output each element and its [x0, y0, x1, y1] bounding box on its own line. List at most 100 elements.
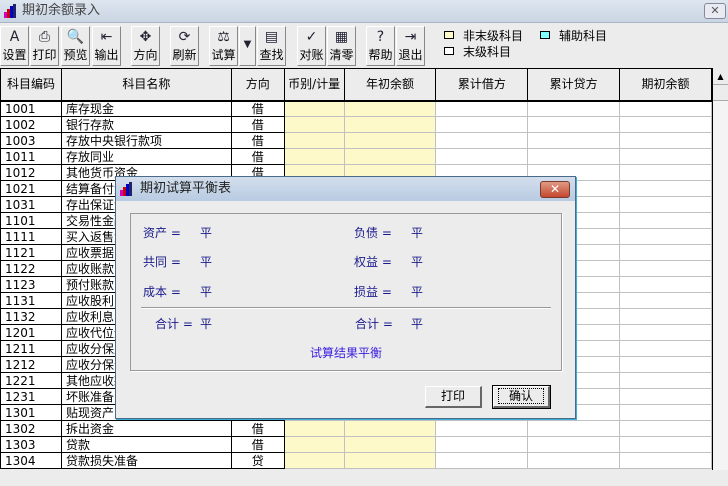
cell-currency[interactable] — [283, 420, 345, 437]
table-row[interactable]: 1003 存放中央银行款项借 — [0, 132, 712, 149]
cell-year-begin[interactable] — [343, 436, 437, 453]
column-header[interactable]: 币别/计量 — [283, 68, 345, 102]
cell-direction[interactable]: 借 — [230, 436, 285, 453]
cell-cum-debit[interactable] — [435, 452, 529, 469]
cell-opening[interactable] — [619, 196, 712, 213]
clear-button[interactable]: ▦ 清零 — [327, 26, 356, 66]
settings-button[interactable]: A 设置 — [0, 26, 29, 66]
column-header[interactable]: 年初余额 — [343, 68, 437, 102]
cell-opening[interactable] — [619, 388, 712, 405]
print-button[interactable]: 打印 — [425, 386, 482, 408]
column-header[interactable]: 累计借方 — [435, 68, 529, 102]
cell-opening[interactable] — [619, 132, 712, 149]
cell-currency[interactable] — [283, 100, 345, 117]
cell-code[interactable]: 1121 — [0, 244, 62, 261]
cell-code[interactable]: 1021 — [0, 180, 62, 197]
cell-name[interactable]: 贷款 — [60, 436, 232, 453]
cell-opening[interactable] — [619, 148, 712, 165]
column-header[interactable]: 期初余额 — [619, 68, 712, 102]
cell-code[interactable]: 1031 — [0, 196, 62, 213]
cell-opening[interactable] — [619, 308, 712, 325]
refresh-button[interactable]: ⟳ 刷新 — [170, 26, 199, 66]
cell-cum-credit[interactable] — [527, 452, 621, 469]
cell-year-begin[interactable] — [343, 452, 437, 469]
cell-opening[interactable] — [619, 292, 712, 309]
exit-button[interactable]: ⇥ 退出 — [396, 26, 425, 66]
find-button[interactable]: ▤ 查找 — [257, 26, 286, 66]
cell-direction[interactable]: 借 — [230, 148, 285, 165]
direction-button[interactable]: ✥ 方向 — [131, 26, 160, 66]
column-header[interactable]: 方向 — [230, 68, 285, 102]
table-row[interactable]: 1001 库存现金借 — [0, 100, 712, 117]
cell-code[interactable]: 1231 — [0, 388, 62, 405]
cell-opening[interactable] — [619, 324, 712, 341]
cell-year-begin[interactable] — [343, 116, 437, 133]
cell-opening[interactable] — [619, 116, 712, 133]
cell-cum-credit[interactable] — [527, 420, 621, 437]
cell-opening[interactable] — [619, 212, 712, 229]
cell-opening[interactable] — [619, 452, 712, 469]
cell-opening[interactable] — [619, 260, 712, 277]
trial-balance-button[interactable]: ⚖ 试算 — [209, 26, 238, 66]
trial-balance-dropdown[interactable]: ▼ — [239, 26, 256, 66]
cell-currency[interactable] — [283, 148, 345, 165]
cell-cum-credit[interactable] — [527, 436, 621, 453]
cell-opening[interactable] — [619, 340, 712, 357]
cell-cum-debit[interactable] — [435, 116, 529, 133]
cell-code[interactable]: 1003 — [0, 132, 62, 149]
cell-year-begin[interactable] — [343, 132, 437, 149]
scroll-up-icon[interactable]: ▲ — [713, 68, 728, 85]
cell-cum-debit[interactable] — [435, 132, 529, 149]
cell-opening[interactable] — [619, 180, 712, 197]
cell-opening[interactable] — [619, 276, 712, 293]
table-row[interactable]: 1011 存放同业借 — [0, 148, 712, 165]
cell-cum-debit[interactable] — [435, 100, 529, 117]
cell-cum-credit[interactable] — [527, 132, 621, 149]
help-button[interactable]: ? 帮助 — [366, 26, 395, 66]
confirm-button[interactable]: 确认 — [492, 385, 551, 409]
preview-button[interactable]: 🔍 预览 — [61, 26, 90, 66]
cell-code[interactable]: 1001 — [0, 100, 62, 117]
cell-direction[interactable]: 借 — [230, 116, 285, 133]
cell-code[interactable]: 1111 — [0, 228, 62, 245]
export-button[interactable]: ⇤ 输出 — [92, 26, 121, 66]
table-row[interactable]: 1302 拆出资金借 — [0, 420, 712, 437]
cell-year-begin[interactable] — [343, 420, 437, 437]
cell-direction[interactable]: 借 — [230, 100, 285, 117]
cell-code[interactable]: 1212 — [0, 356, 62, 373]
cell-opening[interactable] — [619, 436, 712, 453]
cell-name[interactable]: 库存现金 — [60, 100, 232, 117]
table-row[interactable]: 1002 银行存款借 — [0, 116, 712, 133]
cell-direction[interactable]: 贷 — [230, 452, 285, 469]
cell-direction[interactable]: 借 — [230, 420, 285, 437]
cell-code[interactable]: 1101 — [0, 212, 62, 229]
cell-code[interactable]: 1132 — [0, 308, 62, 325]
cell-code[interactable]: 1012 — [0, 164, 62, 181]
dialog-close-button[interactable]: ✕ — [540, 181, 570, 198]
cell-name[interactable]: 银行存款 — [60, 116, 232, 133]
cell-cum-debit[interactable] — [435, 420, 529, 437]
cell-code[interactable]: 1011 — [0, 148, 62, 165]
cell-name[interactable]: 拆出资金 — [60, 420, 232, 437]
cell-cum-debit[interactable] — [435, 148, 529, 165]
cell-opening[interactable] — [619, 420, 712, 437]
cell-code[interactable]: 1303 — [0, 436, 62, 453]
cell-code[interactable]: 1304 — [0, 452, 62, 469]
cell-opening[interactable] — [619, 372, 712, 389]
cell-opening[interactable] — [619, 164, 712, 181]
cell-cum-credit[interactable] — [527, 100, 621, 117]
cell-name[interactable]: 存放中央银行款项 — [60, 132, 232, 149]
cell-cum-debit[interactable] — [435, 436, 529, 453]
cell-code[interactable]: 1211 — [0, 340, 62, 357]
cell-currency[interactable] — [283, 436, 345, 453]
cell-opening[interactable] — [619, 244, 712, 261]
cell-code[interactable]: 1302 — [0, 420, 62, 437]
cell-year-begin[interactable] — [343, 100, 437, 117]
cell-code[interactable]: 1221 — [0, 372, 62, 389]
cell-code[interactable]: 1301 — [0, 404, 62, 421]
column-header[interactable]: 科目名称 — [60, 68, 232, 102]
cell-opening[interactable] — [619, 228, 712, 245]
scroll-thumb[interactable] — [713, 85, 728, 101]
column-header[interactable]: 累计贷方 — [527, 68, 621, 102]
cell-name[interactable]: 贷款损失准备 — [60, 452, 232, 469]
